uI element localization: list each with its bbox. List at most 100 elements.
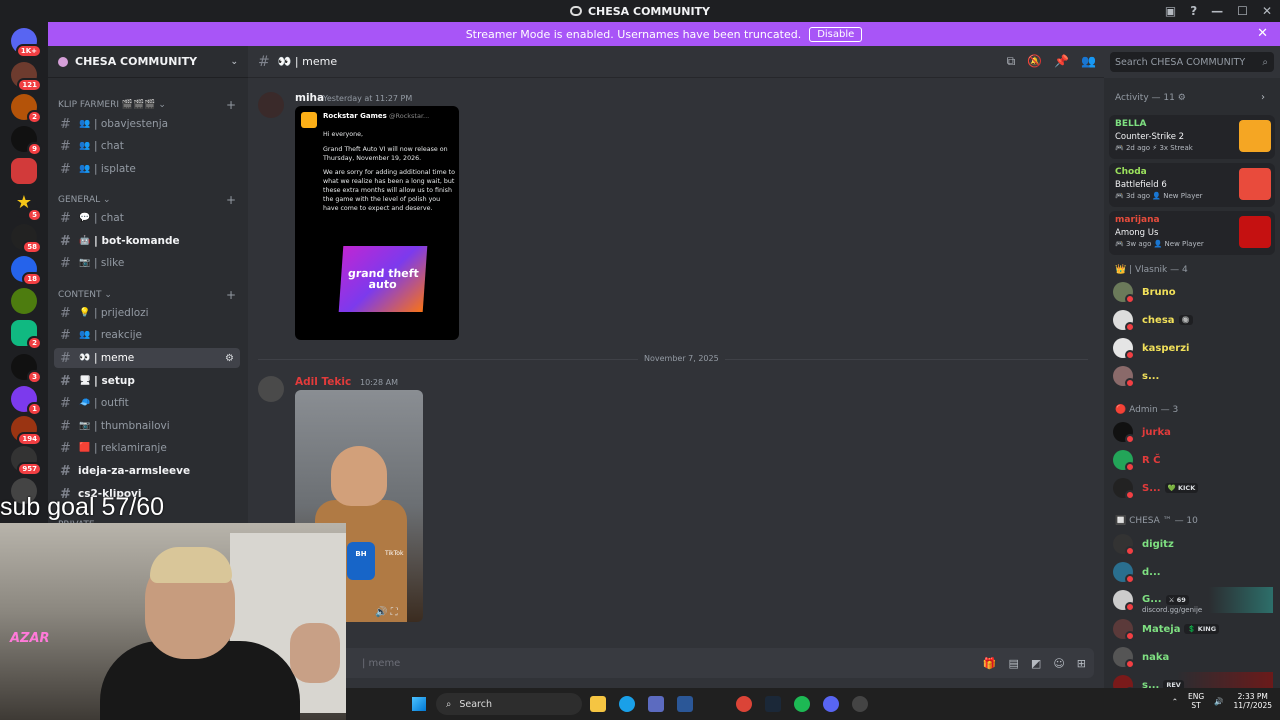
message-author[interactable]: Adil Tekic [295,376,351,388]
member-list-icon[interactable]: 👥 [1081,54,1096,69]
avatar[interactable] [258,92,284,118]
tweet-embed-image[interactable]: Rockstar Games @Rockstar... Hi everyone,… [295,106,459,340]
star-server-icon[interactable]: ★ 5 [11,192,42,222]
activity-card[interactable]: Choda Battlefield 6 🎮 3d ago 👤 New Playe… [1109,163,1275,207]
emoji-icon[interactable]: ☺ [1053,657,1064,670]
disable-button[interactable]: Disable [809,26,863,42]
channel-label: | prijedlozi [94,307,149,319]
server-icon[interactable]: 1 [11,386,42,416]
member-item[interactable]: Mateja 💲 KING [1113,616,1273,642]
message-composer[interactable]: | meme 🎁 ▤ ◩ ☺ ⊞ [258,648,1094,678]
maximize-button[interactable]: ☐ [1237,4,1248,18]
tray-chevron-icon[interactable]: ⌃ [1172,697,1178,706]
server-icon[interactable]: 194 [11,416,42,446]
help-icon[interactable]: ? [1190,4,1197,18]
server-header[interactable]: CHESA COMMUNITY ⌄ [48,46,248,78]
server-icon[interactable] [11,288,37,314]
channel-meme[interactable]: # 👀 | meme ⚙ [54,348,240,368]
minimize-button[interactable]: — [1211,4,1223,18]
server-icon[interactable]: 9 [11,126,42,156]
add-channel-icon[interactable]: + [226,288,236,302]
channel-setup[interactable]: # 🖥 | setup [54,371,240,391]
category-content[interactable]: CONTENT ⌄ + [58,288,238,302]
spotify-icon[interactable] [794,696,810,712]
member-item[interactable]: kasperzi [1113,335,1273,361]
activity-user: marijana [1115,215,1160,225]
channel-ideja-za-armsleeve[interactable]: # ideja-za-armsleeve [54,461,240,481]
threads-icon[interactable]: ⧉ [1007,54,1016,69]
pin-icon[interactable]: 📌 [1054,54,1069,69]
channel-prijedlozi[interactable]: # 💡 | prijedlozi [54,303,240,323]
language-indicator[interactable]: ENG ST [1188,692,1204,710]
channel-bot-komande[interactable]: # 🤖 | bot-komande [54,231,240,251]
category-general[interactable]: GENERAL ⌄ + [58,193,238,207]
chevron-down-icon[interactable]: ⌄ [230,57,238,67]
clock-date: 11/7/2025 [1233,701,1272,710]
channel-chat[interactable]: # 👥 | chat [54,136,240,156]
channel-settings-icon[interactable]: ⚙ [225,353,234,364]
channel-isplate[interactable]: # 👥 | isplate [54,159,240,179]
gift-icon[interactable]: 🎁 [983,657,997,670]
add-channel-icon[interactable]: + [226,98,236,112]
channel-reakcije[interactable]: # 👥 | reakcije [54,325,240,345]
activity-card[interactable]: marijana Among Us 🎮 3w ago 👤 New Player [1109,211,1275,255]
chrome-icon[interactable] [736,696,752,712]
member-item[interactable]: s... [1113,363,1273,389]
taskbar-search[interactable]: ⌕ Search [436,693,582,715]
inbox-icon[interactable]: ▣ [1165,4,1176,18]
member-item[interactable]: S... 💚 KICK [1113,475,1273,501]
message-author[interactable]: miha [295,92,324,104]
avatar[interactable] [258,376,284,402]
windows-start-icon[interactable] [412,697,426,711]
avatar [1113,647,1135,669]
channel-outfit[interactable]: # 🧢 | outfit [54,393,240,413]
steam-icon[interactable] [765,696,781,712]
gif-icon[interactable]: ▤ [1009,657,1019,670]
edge-icon[interactable] [619,696,635,712]
server-icon[interactable]: 18 [11,256,42,286]
role-header: 👑 | Vlasnik — 4 [1115,265,1188,275]
server-icon[interactable]: 58 [11,224,42,254]
close-banner-icon[interactable]: ✕ [1257,26,1268,41]
member-item[interactable]: d... [1113,559,1273,585]
channel-obavjestenja[interactable]: # 👥 | obavjestenja [54,114,240,134]
discord-icon[interactable] [823,696,839,712]
server-icon[interactable]: 3 [11,354,42,384]
close-button[interactable]: ✕ [1262,4,1272,18]
server-icon[interactable]: 121 [11,62,42,92]
activity-card[interactable]: BELLA Counter-Strike 2 🎮 2d ago ⚡ 3x Str… [1109,115,1275,159]
search-input[interactable]: Search CHESA COMMUNITY ⌕ [1110,52,1274,72]
file-explorer-icon[interactable] [590,696,606,712]
channel-general-chat[interactable]: # 💬 | chat [54,208,240,228]
home-button[interactable]: 1K+ [11,28,42,58]
channel-reklamiranje[interactable]: # 🟥 | reklamiranje [54,438,240,458]
server-icon[interactable] [11,158,37,184]
server-icon[interactable]: 957 [11,446,42,476]
badge: 194 [17,432,42,446]
obs-icon[interactable] [852,696,868,712]
member-item[interactable]: chesa 🔘 [1113,307,1273,333]
member-item[interactable]: R Č [1113,447,1273,473]
app-icon[interactable] [677,696,693,712]
store-icon[interactable] [648,696,664,712]
server-icon[interactable]: 2 [11,94,42,124]
member-item[interactable]: naka [1113,644,1273,670]
apps-icon[interactable]: ⊞ [1077,657,1086,670]
member-item[interactable]: jurka [1113,419,1273,445]
add-channel-icon[interactable]: + [226,193,236,207]
chevron-right-icon[interactable]: › [1261,92,1265,103]
sticker-icon[interactable]: ◩ [1031,657,1041,670]
activity-header[interactable]: Activity — 11 ⚙ › [1115,92,1265,103]
member-name: G... [1142,593,1162,605]
member-item[interactable]: G... ⚔ 69 discord.gg/genije [1113,587,1273,614]
notification-bell-icon[interactable]: 🔕 [1027,54,1042,69]
member-item[interactable]: digitz [1113,531,1273,557]
member-item[interactable]: Bruno [1113,279,1273,305]
category-klip-farmeri[interactable]: KLIP FARMERI 🎬🎬🎬 ⌄ + [58,98,238,112]
channel-thumbnailovi[interactable]: # 📷 | thumbnailovi [54,416,240,436]
channel-emoji: 👀 [79,353,91,363]
clock[interactable]: 2:33 PM 11/7/2025 [1234,692,1272,710]
volume-icon[interactable]: 🔊 [1214,697,1223,706]
server-icon[interactable]: 2 [11,320,42,350]
channel-slike[interactable]: # 📷 | slike [54,253,240,273]
